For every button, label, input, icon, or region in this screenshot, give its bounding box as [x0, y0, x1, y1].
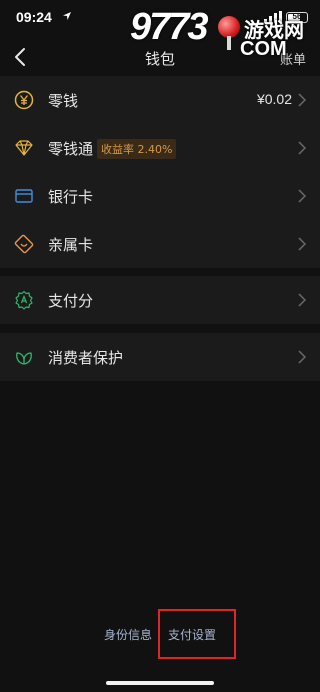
row-pay-score[interactable]: 支付分	[0, 276, 320, 324]
row-label-change: 零钱	[48, 92, 79, 110]
chevron-right-icon	[298, 141, 306, 155]
chevron-right-icon	[298, 189, 306, 203]
status-time: 09:24	[16, 9, 52, 25]
watermark-number: 9773	[130, 6, 209, 48]
wallet-group-main: 零钱 ¥0.02 零钱通 收益率 2.40% 银行卡 亲属卡	[0, 76, 320, 268]
location-arrow-icon	[63, 12, 71, 20]
joystick-ball-icon	[218, 16, 240, 38]
watermark-bottom-text: COM	[240, 38, 287, 60]
row-label-consumer-protection: 消费者保护	[48, 349, 124, 367]
home-indicator[interactable]	[106, 681, 214, 685]
chevron-right-icon	[298, 350, 306, 364]
yield-rate-badge: 收益率 2.40%	[97, 139, 177, 159]
row-change-plus[interactable]: 零钱通 收益率 2.40%	[0, 124, 320, 172]
row-label-bank-card: 银行卡	[48, 188, 94, 206]
chevron-right-icon	[298, 293, 306, 307]
family-card-icon	[14, 234, 34, 254]
highlight-annotation-box	[158, 609, 236, 659]
bank-card-icon	[15, 189, 33, 203]
joystick-stick	[227, 36, 231, 50]
identity-info-link[interactable]: 身份信息	[104, 626, 152, 643]
row-label-family-card: 亲属卡	[48, 236, 94, 254]
row-change[interactable]: 零钱 ¥0.02	[0, 76, 320, 124]
change-balance: ¥0.02	[256, 91, 292, 107]
chevron-right-icon	[298, 93, 306, 107]
pay-score-icon	[15, 290, 33, 310]
diamond-icon	[15, 140, 33, 156]
row-consumer-protection[interactable]: 消费者保护	[0, 333, 320, 381]
row-family-card[interactable]: 亲属卡	[0, 220, 320, 268]
chevron-right-icon	[298, 237, 306, 251]
yuan-coin-icon	[14, 90, 34, 110]
wallet-group-protection: 消费者保护	[0, 333, 320, 381]
row-label-pay-score: 支付分	[48, 292, 94, 310]
wallet-group-score: 支付分	[0, 276, 320, 324]
leaf-protection-icon	[16, 352, 32, 365]
row-bank-card[interactable]: 银行卡	[0, 172, 320, 220]
row-label-change-plus: 零钱通	[48, 140, 94, 158]
watermark-logo: 9773 游戏网 COM	[130, 6, 310, 70]
